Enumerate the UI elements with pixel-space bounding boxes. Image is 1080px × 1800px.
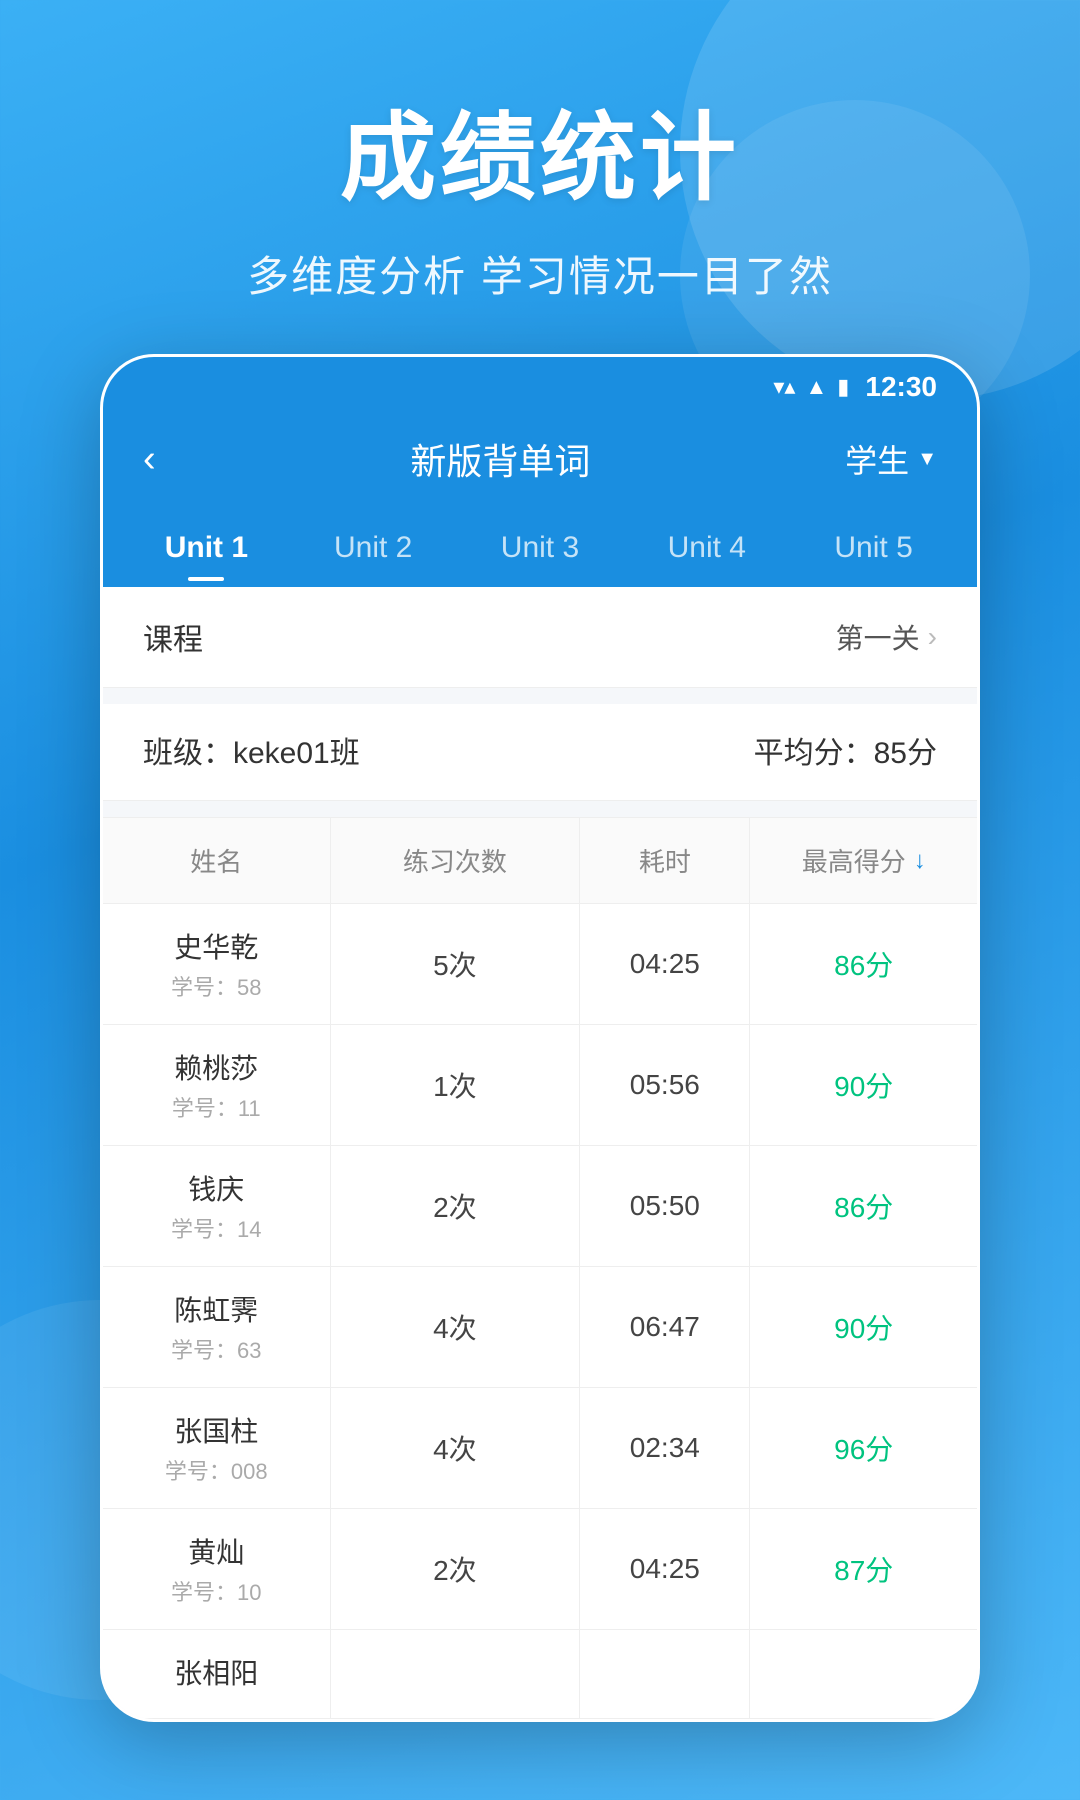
student-score: 87分 — [750, 1509, 977, 1630]
student-score: 86分 — [750, 904, 977, 1025]
score-value: 87分 — [834, 1555, 893, 1586]
th-score[interactable]: 最高得分 ↓ — [750, 818, 977, 904]
score-value: 86分 — [834, 1192, 893, 1223]
student-time — [580, 1630, 750, 1719]
score-value: 90分 — [834, 1313, 893, 1344]
student-name-cell: 张相阳 — [103, 1630, 330, 1719]
student-practice: 2次 — [330, 1146, 580, 1267]
student-name: 赖桃莎 — [119, 1047, 314, 1087]
student-name-cell: 史华乾 学号：58 — [103, 904, 330, 1025]
status-time: 12:30 — [865, 371, 937, 403]
phone-wrapper: ▾▴ ▲ ▮ 12:30 ‹ 新版背单词 学生 ▼ Unit 1 Unit 2 … — [0, 354, 1080, 1722]
table-row: 史华乾 学号：58 5次 04:25 86分 — [103, 904, 977, 1025]
student-time: 02:34 — [580, 1388, 750, 1509]
student-name-cell: 陈虹霁 学号：63 — [103, 1267, 330, 1388]
student-practice: 2次 — [330, 1509, 580, 1630]
student-score — [750, 1630, 977, 1719]
tab-unit3[interactable]: Unit 3 — [457, 513, 624, 587]
status-icons: ▾▴ ▲ ▮ 12:30 — [773, 371, 937, 403]
back-button[interactable]: ‹ — [143, 440, 156, 478]
tabs-bar: Unit 1 Unit 2 Unit 3 Unit 4 Unit 5 — [103, 513, 977, 587]
student-practice: 1次 — [330, 1025, 580, 1146]
page-subtitle: 多维度分析 学习情况一目了然 — [0, 243, 1080, 304]
student-name: 钱庆 — [119, 1168, 314, 1208]
wifi-icon: ▾▴ — [773, 374, 795, 400]
student-time: 04:25 — [580, 904, 750, 1025]
sort-desc-icon: ↓ — [914, 847, 926, 875]
course-nav-text: 第一关 — [836, 617, 920, 657]
table-row: 钱庆 学号：14 2次 05:50 86分 — [103, 1146, 977, 1267]
table-row: 陈虹霁 学号：63 4次 06:47 90分 — [103, 1267, 977, 1388]
th-name: 姓名 — [103, 818, 330, 904]
student-label: 学生 — [845, 436, 909, 482]
student-name: 陈虹霁 — [119, 1289, 314, 1329]
student-practice: 5次 — [330, 904, 580, 1025]
student-id: 学号：10 — [119, 1575, 314, 1607]
score-value: 96分 — [834, 1434, 893, 1465]
student-name-cell: 黄灿 学号：10 — [103, 1509, 330, 1630]
signal-icon: ▲ — [805, 374, 827, 400]
battery-icon: ▮ — [837, 374, 849, 400]
student-name: 张国柱 — [119, 1410, 314, 1450]
phone-mockup: ▾▴ ▲ ▮ 12:30 ‹ 新版背单词 学生 ▼ Unit 1 Unit 2 … — [100, 354, 980, 1722]
student-name: 张相阳 — [119, 1652, 314, 1692]
tab-unit2[interactable]: Unit 2 — [290, 513, 457, 587]
student-name: 黄灿 — [119, 1531, 314, 1571]
class-info-row: 班级：keke01班 平均分：85分 — [103, 704, 977, 801]
students-table: 姓名 练习次数 耗时 最高得分 ↓ 史华乾 — [103, 817, 977, 1719]
student-name-cell: 张国柱 学号：008 — [103, 1388, 330, 1509]
student-name: 史华乾 — [119, 926, 314, 966]
student-id: 学号：58 — [119, 970, 314, 1002]
student-score: 90分 — [750, 1267, 977, 1388]
class-name: 班级：keke01班 — [143, 728, 360, 772]
student-practice: 4次 — [330, 1388, 580, 1509]
student-time: 05:50 — [580, 1146, 750, 1267]
score-value: 90分 — [834, 1071, 893, 1102]
app-header: ‹ 新版背单词 学生 ▼ — [103, 411, 977, 513]
student-practice — [330, 1630, 580, 1719]
th-time: 耗时 — [580, 818, 750, 904]
student-score: 90分 — [750, 1025, 977, 1146]
nav-arrow-icon: › — [928, 621, 937, 653]
student-score: 86分 — [750, 1146, 977, 1267]
th-practice: 练习次数 — [330, 818, 580, 904]
table-row: 赖桃莎 学号：11 1次 05:56 90分 — [103, 1025, 977, 1146]
avg-score: 平均分：85分 — [754, 728, 937, 772]
student-id: 学号：11 — [119, 1091, 314, 1123]
dropdown-arrow-icon: ▼ — [917, 448, 937, 471]
content-area: 课程 第一关 › 班级：keke01班 平均分：85分 姓名 练习次数 耗时 — [103, 587, 977, 1719]
student-id: 学号：008 — [119, 1454, 314, 1486]
course-row: 课程 第一关 › — [103, 587, 977, 688]
status-bar: ▾▴ ▲ ▮ 12:30 — [103, 357, 977, 411]
table-row: 黄灿 学号：10 2次 04:25 87分 — [103, 1509, 977, 1630]
student-selector[interactable]: 学生 ▼ — [845, 436, 937, 482]
course-label: 课程 — [143, 615, 203, 659]
student-time: 05:56 — [580, 1025, 750, 1146]
student-id: 学号：14 — [119, 1212, 314, 1244]
student-name-cell: 钱庆 学号：14 — [103, 1146, 330, 1267]
tab-unit5[interactable]: Unit 5 — [790, 513, 957, 587]
course-nav[interactable]: 第一关 › — [836, 617, 937, 657]
page-title: 成绩统计 — [0, 80, 1080, 219]
student-time: 04:25 — [580, 1509, 750, 1630]
score-value: 86分 — [834, 950, 893, 981]
page-header: 成绩统计 多维度分析 学习情况一目了然 — [0, 0, 1080, 354]
tab-unit4[interactable]: Unit 4 — [623, 513, 790, 587]
student-name-cell: 赖桃莎 学号：11 — [103, 1025, 330, 1146]
student-practice: 4次 — [330, 1267, 580, 1388]
table-row: 张相阳 — [103, 1630, 977, 1719]
th-score-label: 最高得分 — [802, 842, 906, 879]
student-score: 96分 — [750, 1388, 977, 1509]
table-row: 张国柱 学号：008 4次 02:34 96分 — [103, 1388, 977, 1509]
app-title: 新版背单词 — [410, 433, 590, 485]
student-time: 06:47 — [580, 1267, 750, 1388]
student-id: 学号：63 — [119, 1333, 314, 1365]
table-header-row: 姓名 练习次数 耗时 最高得分 ↓ — [103, 818, 977, 904]
tab-unit1[interactable]: Unit 1 — [123, 513, 290, 587]
